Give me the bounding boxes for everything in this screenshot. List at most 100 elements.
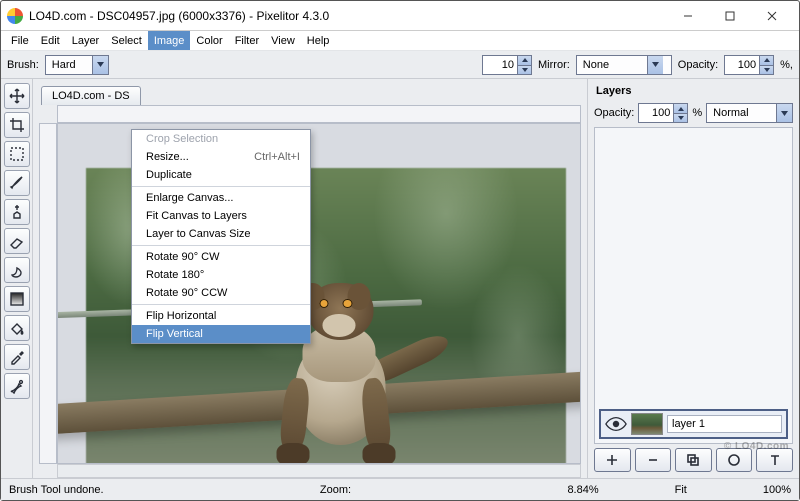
menu-color[interactable]: Color xyxy=(190,31,228,50)
brush-combo[interactable]: Hard xyxy=(45,55,109,75)
mirror-value: None xyxy=(577,59,647,71)
document-tabs: LO4D.com - DS xyxy=(33,81,587,105)
spin-up-icon[interactable] xyxy=(673,104,687,113)
minimize-button[interactable] xyxy=(667,2,709,30)
app-icon xyxy=(7,8,23,24)
adjustment-layer-button[interactable] xyxy=(716,448,753,472)
menu-item[interactable]: Fit Canvas to Layers xyxy=(132,207,310,225)
menu-item-label: Layer to Canvas Size xyxy=(146,228,300,240)
menu-file[interactable]: File xyxy=(5,31,35,50)
eye-icon[interactable] xyxy=(605,416,627,432)
opacity-input[interactable] xyxy=(725,56,759,74)
zoom-label: Zoom: xyxy=(320,484,351,496)
spin-down-icon[interactable] xyxy=(673,113,687,122)
menu-item[interactable]: Enlarge Canvas... xyxy=(132,189,310,207)
menu-item-label: Duplicate xyxy=(146,169,300,181)
menubar: File Edit Layer Select Image Color Filte… xyxy=(1,31,799,51)
chevron-down-icon xyxy=(776,104,792,122)
zoom-value: 8.84% xyxy=(567,484,598,496)
menu-item: Crop Selection xyxy=(132,130,310,148)
menu-image[interactable]: Image xyxy=(148,31,191,50)
image-menu-dropdown: Crop SelectionResize...Ctrl+Alt+IDuplica… xyxy=(131,129,311,344)
move-tool[interactable] xyxy=(4,83,30,109)
eraser-tool[interactable] xyxy=(4,228,30,254)
menu-item[interactable]: Resize...Ctrl+Alt+I xyxy=(132,148,310,166)
clone-tool[interactable] xyxy=(4,199,30,225)
gradient-tool[interactable] xyxy=(4,286,30,312)
pen-tool[interactable] xyxy=(4,373,30,399)
layer-item[interactable]: layer 1 xyxy=(599,409,788,439)
menu-edit[interactable]: Edit xyxy=(35,31,66,50)
menu-item[interactable]: Duplicate xyxy=(132,166,310,184)
window-title: LO4D.com - DSC04957.jpg (6000x3376) - Pi… xyxy=(29,9,667,23)
ruler-vertical xyxy=(39,123,57,464)
brush-label: Brush: xyxy=(7,59,39,71)
chevron-down-icon xyxy=(647,56,663,74)
fit-value: 100% xyxy=(763,484,791,496)
layer-opacity-spinbox[interactable] xyxy=(638,103,688,123)
menu-item[interactable]: Layer to Canvas Size xyxy=(132,225,310,243)
menu-item[interactable]: Flip Horizontal xyxy=(132,307,310,325)
opacity-spinbox[interactable] xyxy=(724,55,774,75)
layer-thumbnail xyxy=(631,413,663,435)
menu-item-label: Fit Canvas to Layers xyxy=(146,210,300,222)
layer-opacity-row: Opacity: % Normal xyxy=(594,103,793,123)
brush-tool[interactable] xyxy=(4,170,30,196)
layer-opacity-label: Opacity: xyxy=(594,107,634,119)
spin-up-icon[interactable] xyxy=(517,56,531,65)
ruler-horizontal xyxy=(57,105,581,123)
titlebar: LO4D.com - DSC04957.jpg (6000x3376) - Pi… xyxy=(1,1,799,31)
opacity-suffix: %, xyxy=(780,59,793,71)
radius-input[interactable] xyxy=(483,56,517,74)
status-message: Brush Tool undone. xyxy=(9,484,104,496)
menu-item[interactable]: Rotate 90° CW xyxy=(132,248,310,266)
menu-item[interactable]: Flip Vertical xyxy=(132,325,310,343)
crop-tool[interactable] xyxy=(4,112,30,138)
menu-item[interactable]: Rotate 90° CCW xyxy=(132,284,310,302)
status-bar: Brush Tool undone. Zoom: 8.84% Fit 100% xyxy=(1,478,799,500)
menu-item-label: Rotate 90° CW xyxy=(146,251,300,263)
add-layer-button[interactable] xyxy=(594,448,631,472)
menu-item-label: Flip Horizontal xyxy=(146,310,300,322)
chevron-down-icon xyxy=(92,56,108,74)
layer-list[interactable]: layer 1 xyxy=(594,127,793,444)
spin-up-icon[interactable] xyxy=(759,56,773,65)
blend-mode-value: Normal xyxy=(707,107,776,119)
maximize-button[interactable] xyxy=(709,2,751,30)
close-button[interactable] xyxy=(751,2,793,30)
menu-item-label: Rotate 180° xyxy=(146,269,300,281)
layers-panel: Layers Opacity: % Normal xyxy=(587,79,799,478)
text-layer-button[interactable] xyxy=(756,448,793,472)
tool-palette xyxy=(1,79,33,478)
mirror-combo[interactable]: None xyxy=(576,55,672,75)
delete-layer-button[interactable] xyxy=(635,448,672,472)
tool-options-bar: Brush: Hard Mirror: None Opacity: %, xyxy=(1,51,799,79)
selection-tool[interactable] xyxy=(4,141,30,167)
menu-view[interactable]: View xyxy=(265,31,301,50)
menu-filter[interactable]: Filter xyxy=(229,31,265,50)
menu-help[interactable]: Help xyxy=(301,31,336,50)
brush-value: Hard xyxy=(46,59,92,71)
document-tab[interactable]: LO4D.com - DS xyxy=(41,86,141,105)
radius-spinbox[interactable] xyxy=(482,55,532,75)
menu-item[interactable]: Rotate 180° xyxy=(132,266,310,284)
blend-mode-combo[interactable]: Normal xyxy=(706,103,793,123)
menu-item-label: Resize... xyxy=(146,151,254,163)
bucket-tool[interactable] xyxy=(4,315,30,341)
smudge-tool[interactable] xyxy=(4,257,30,283)
opacity-label: Opacity: xyxy=(678,59,718,71)
spin-down-icon[interactable] xyxy=(759,65,773,74)
menu-item-label: Flip Vertical xyxy=(146,328,300,340)
mirror-label: Mirror: xyxy=(538,59,570,71)
menu-item-accelerator: Ctrl+Alt+I xyxy=(254,151,300,163)
eyedropper-tool[interactable] xyxy=(4,344,30,370)
duplicate-layer-button[interactable] xyxy=(675,448,712,472)
layer-name[interactable]: layer 1 xyxy=(667,415,782,433)
scrollbar-horizontal[interactable] xyxy=(57,464,581,478)
fit-label: Fit xyxy=(675,484,687,496)
menu-layer[interactable]: Layer xyxy=(66,31,106,50)
menu-select[interactable]: Select xyxy=(105,31,148,50)
spin-down-icon[interactable] xyxy=(517,65,531,74)
layer-opacity-input[interactable] xyxy=(639,104,673,122)
workspace: LO4D.com - DS xyxy=(1,79,799,478)
